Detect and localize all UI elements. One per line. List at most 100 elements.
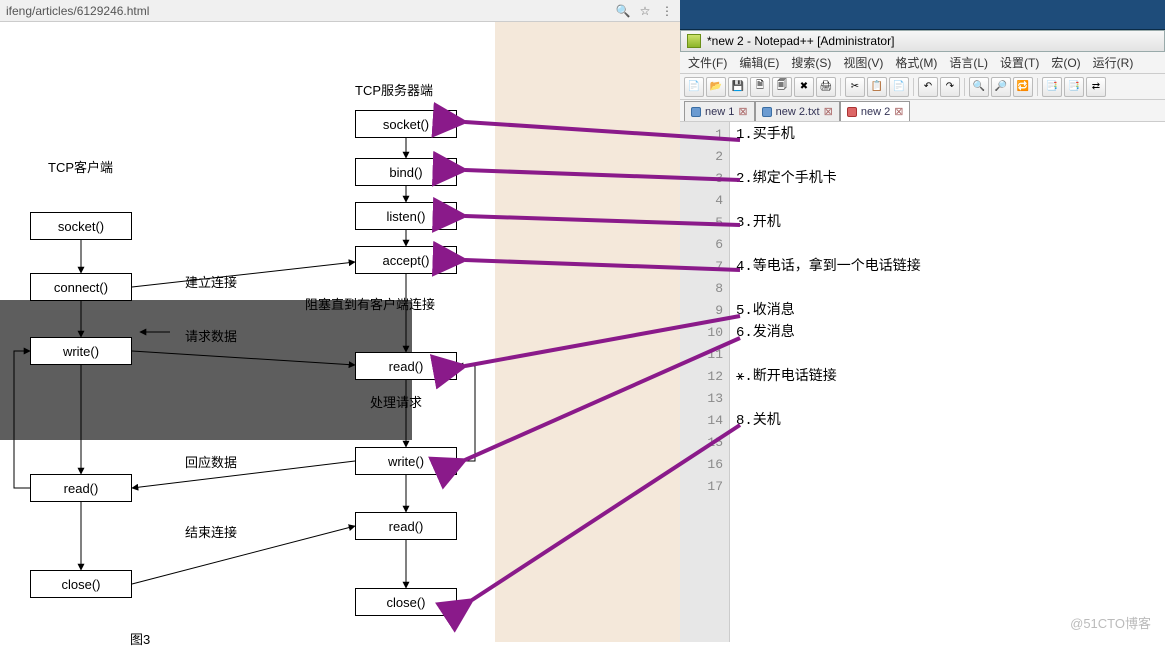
client-connect-box: connect() (30, 273, 132, 301)
notepad-pane: *new 2 - Notepad++ [Administrator] 文件(F)… (680, 0, 1165, 642)
browser-pane: ifeng/articles/6129246.html 🔍 ☆ ⋮ TCP客户端… (0, 0, 680, 642)
menu-search[interactable]: 搜索(S) (791, 54, 831, 71)
code-line (736, 454, 1159, 476)
tab-close-icon[interactable]: ⊠ (894, 105, 903, 118)
tab-label: new 2.txt (776, 106, 820, 118)
server-title: TCP服务器端 (355, 80, 433, 99)
tool-wrap-icon[interactable]: 📑 (1042, 77, 1062, 97)
toolbar-sep (913, 78, 914, 96)
tab-saved-icon (762, 107, 772, 117)
npp-title-text: *new 2 - Notepad++ [Administrator] (707, 34, 894, 48)
tcp-diagram: TCP客户端 TCP服务器端 socket() connect() write(… (0, 32, 680, 642)
code-line (736, 146, 1159, 168)
tab-close-icon[interactable]: ⊠ (824, 105, 833, 118)
tab-new1[interactable]: new 1 ⊠ (684, 101, 755, 121)
code-line: 6.发消息 (736, 322, 1159, 344)
code-line (736, 190, 1159, 212)
menu-settings[interactable]: 设置(T) (1000, 54, 1039, 71)
tab-label: new 1 (705, 106, 734, 118)
tool-cut-icon[interactable]: ✂ (845, 77, 865, 97)
npp-app-icon (687, 34, 701, 48)
zoom-icon[interactable]: 🔍 (616, 4, 630, 18)
toolbar-sep (840, 78, 841, 96)
code-line (736, 388, 1159, 410)
line-gutter: 12345678 91011121314151617 (680, 122, 730, 642)
url-bar: ifeng/articles/6129246.html 🔍 ☆ ⋮ (0, 0, 680, 22)
server-read1-box: read() (355, 352, 457, 380)
tool-saveall-icon[interactable]: 🗎 (750, 77, 770, 97)
diagram-caption: 图3 (130, 629, 150, 648)
diagram-viewport: TCP客户端 TCP服务器端 socket() connect() write(… (0, 22, 680, 642)
label-block: 阻塞直到有客户端连接 (305, 294, 435, 313)
code-line (736, 234, 1159, 256)
code-line: 5.收消息 (736, 300, 1159, 322)
tool-allchars-icon[interactable]: 📑 (1064, 77, 1084, 97)
npp-toolbar: 📄 📂 💾 🗎 🗐 ✖ 🖨 ✂ 📋 📄 ↶ ↷ 🔍 🔎 🔁 📑 📑 ⇄ (680, 74, 1165, 100)
diagram-highlight-overlay (0, 300, 412, 440)
toolbar-sep (1037, 78, 1038, 96)
code-line (736, 432, 1159, 454)
label-request: 请求数据 (185, 326, 237, 345)
client-close-box: close() (30, 570, 132, 598)
menu-icon[interactable]: ⋮ (660, 4, 674, 18)
menu-lang[interactable]: 语言(L) (949, 54, 988, 71)
tool-sync-icon[interactable]: ⇄ (1086, 77, 1106, 97)
code-line (736, 344, 1159, 366)
server-write-box: write() (355, 447, 457, 475)
menu-format[interactable]: 格式(M) (895, 54, 937, 71)
tool-new-icon[interactable]: 📄 (684, 77, 704, 97)
toolbar-sep (964, 78, 965, 96)
label-finish: 结束连接 (185, 522, 237, 541)
tool-replace-icon[interactable]: 🔎 (991, 77, 1011, 97)
server-read2-box: read() (355, 512, 457, 540)
tab-new2txt[interactable]: new 2.txt ⊠ (755, 101, 840, 121)
menu-edit[interactable]: 编辑(E) (739, 54, 779, 71)
tab-close-icon[interactable]: ⊠ (738, 105, 747, 118)
label-process: 处理请求 (370, 392, 422, 411)
tab-unsaved-icon (847, 107, 857, 117)
tool-save-icon[interactable]: 💾 (728, 77, 748, 97)
code-line: 3.开机 (736, 212, 1159, 234)
tool-closeall-icon[interactable]: 🗐 (772, 77, 792, 97)
menu-file[interactable]: 文件(F) (688, 54, 727, 71)
tool-copy-icon[interactable]: 📋 (867, 77, 887, 97)
menu-macro[interactable]: 宏(O) (1051, 54, 1080, 71)
tool-goto-icon[interactable]: 🔁 (1013, 77, 1033, 97)
server-socket-box: socket() (355, 110, 457, 138)
client-write-box: write() (30, 337, 132, 365)
tool-print-icon[interactable]: 🖨 (816, 77, 836, 97)
server-listen-box: listen() (355, 202, 457, 230)
code-line: ⚹.断开电话链接 (736, 366, 1159, 388)
code-line: 2.绑定个手机卡 (736, 168, 1159, 190)
tool-find-icon[interactable]: 🔍 (969, 77, 989, 97)
code-line (736, 278, 1159, 300)
server-accept-box: accept() (355, 246, 457, 274)
label-establish: 建立连接 (185, 272, 237, 291)
tool-open-icon[interactable]: 📂 (706, 77, 726, 97)
star-icon[interactable]: ☆ (638, 4, 652, 18)
tab-new2[interactable]: new 2 ⊠ (840, 101, 911, 121)
npp-menubar[interactable]: 文件(F) 编辑(E) 搜索(S) 视图(V) 格式(M) 语言(L) 设置(T… (680, 52, 1165, 74)
client-read-box: read() (30, 474, 132, 502)
npp-titlebar: *new 2 - Notepad++ [Administrator] (680, 30, 1165, 52)
tool-paste-icon[interactable]: 📄 (889, 77, 909, 97)
tool-redo-icon[interactable]: ↷ (940, 77, 960, 97)
server-close-box: close() (355, 588, 457, 616)
tool-close-icon[interactable]: ✖ (794, 77, 814, 97)
code-area[interactable]: 1.买手机 2.绑定个手机卡 3.开机 4.等电话，拿到一个电话链接 5.收消息… (730, 122, 1165, 642)
code-line: 8.关机 (736, 410, 1159, 432)
code-line (736, 476, 1159, 498)
tool-undo-icon[interactable]: ↶ (918, 77, 938, 97)
menu-run[interactable]: 运行(R) (1093, 54, 1134, 71)
editor[interactable]: 12345678 91011121314151617 1.买手机 2.绑定个手机… (680, 122, 1165, 642)
code-line: 4.等电话，拿到一个电话链接 (736, 256, 1159, 278)
tab-saved-icon (691, 107, 701, 117)
watermark: @51CTO博客 (1070, 613, 1151, 632)
code-line: 1.买手机 (736, 124, 1159, 146)
menu-view[interactable]: 视图(V) (843, 54, 883, 71)
label-response: 回应数据 (185, 452, 237, 471)
window-chrome-gap (680, 0, 1165, 30)
client-title: TCP客户端 (48, 157, 113, 176)
npp-tabs: new 1 ⊠ new 2.txt ⊠ new 2 ⊠ (680, 100, 1165, 122)
url-text: ifeng/articles/6129246.html (6, 4, 608, 18)
